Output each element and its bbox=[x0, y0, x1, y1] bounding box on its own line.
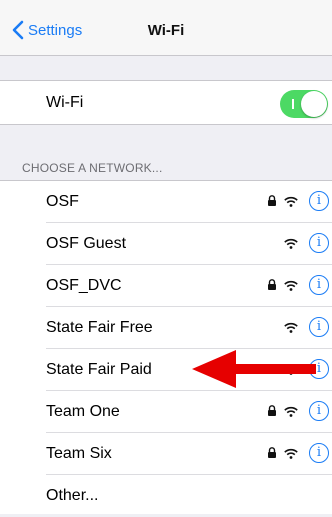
network-name: OSF bbox=[46, 193, 79, 210]
info-icon[interactable]: i bbox=[309, 191, 329, 211]
network-row[interactable]: OSF_DVC i bbox=[0, 265, 332, 307]
network-name: OSF_DVC bbox=[46, 277, 122, 294]
wifi-signal-icon bbox=[284, 196, 298, 207]
network-row[interactable]: Team Six i bbox=[0, 433, 332, 475]
network-name: Team Six bbox=[46, 445, 112, 462]
network-name: State Fair Free bbox=[46, 319, 153, 336]
wifi-signal-icon bbox=[284, 406, 298, 417]
toggle-on-indicator bbox=[292, 99, 294, 109]
lock-icon bbox=[268, 447, 276, 458]
other-network-row[interactable]: Other... bbox=[0, 475, 332, 517]
wifi-signal-icon bbox=[284, 448, 298, 459]
wifi-signal-icon bbox=[284, 322, 298, 333]
network-name: Team One bbox=[46, 403, 120, 420]
network-row[interactable]: Team One i bbox=[0, 391, 332, 433]
lock-icon bbox=[268, 279, 276, 290]
info-icon[interactable]: i bbox=[309, 317, 329, 337]
info-icon[interactable]: i bbox=[309, 443, 329, 463]
lock-icon bbox=[268, 405, 276, 416]
info-icon[interactable]: i bbox=[309, 401, 329, 421]
red-arrow-icon bbox=[192, 350, 316, 388]
toggle-knob bbox=[301, 91, 327, 117]
lock-icon bbox=[268, 195, 276, 206]
info-icon[interactable]: i bbox=[309, 275, 329, 295]
network-row[interactable]: OSF i bbox=[0, 181, 332, 223]
wifi-label: Wi-Fi bbox=[46, 94, 84, 111]
other-network-label: Other... bbox=[46, 487, 99, 504]
network-name: OSF Guest bbox=[46, 235, 127, 252]
section-header: CHOOSE A NETWORK... bbox=[22, 161, 163, 175]
network-row[interactable]: OSF Guest i bbox=[0, 223, 332, 265]
page-title: Wi-Fi bbox=[147, 22, 185, 39]
wifi-signal-icon bbox=[284, 238, 298, 249]
navigation-bar: Settings Wi-Fi bbox=[0, 0, 332, 56]
network-name: State Fair Paid bbox=[46, 361, 152, 378]
wifi-toggle-row: Wi-Fi bbox=[0, 80, 332, 125]
wifi-signal-icon bbox=[284, 280, 298, 291]
info-icon[interactable]: i bbox=[309, 233, 329, 253]
wifi-toggle-switch[interactable] bbox=[280, 90, 328, 118]
